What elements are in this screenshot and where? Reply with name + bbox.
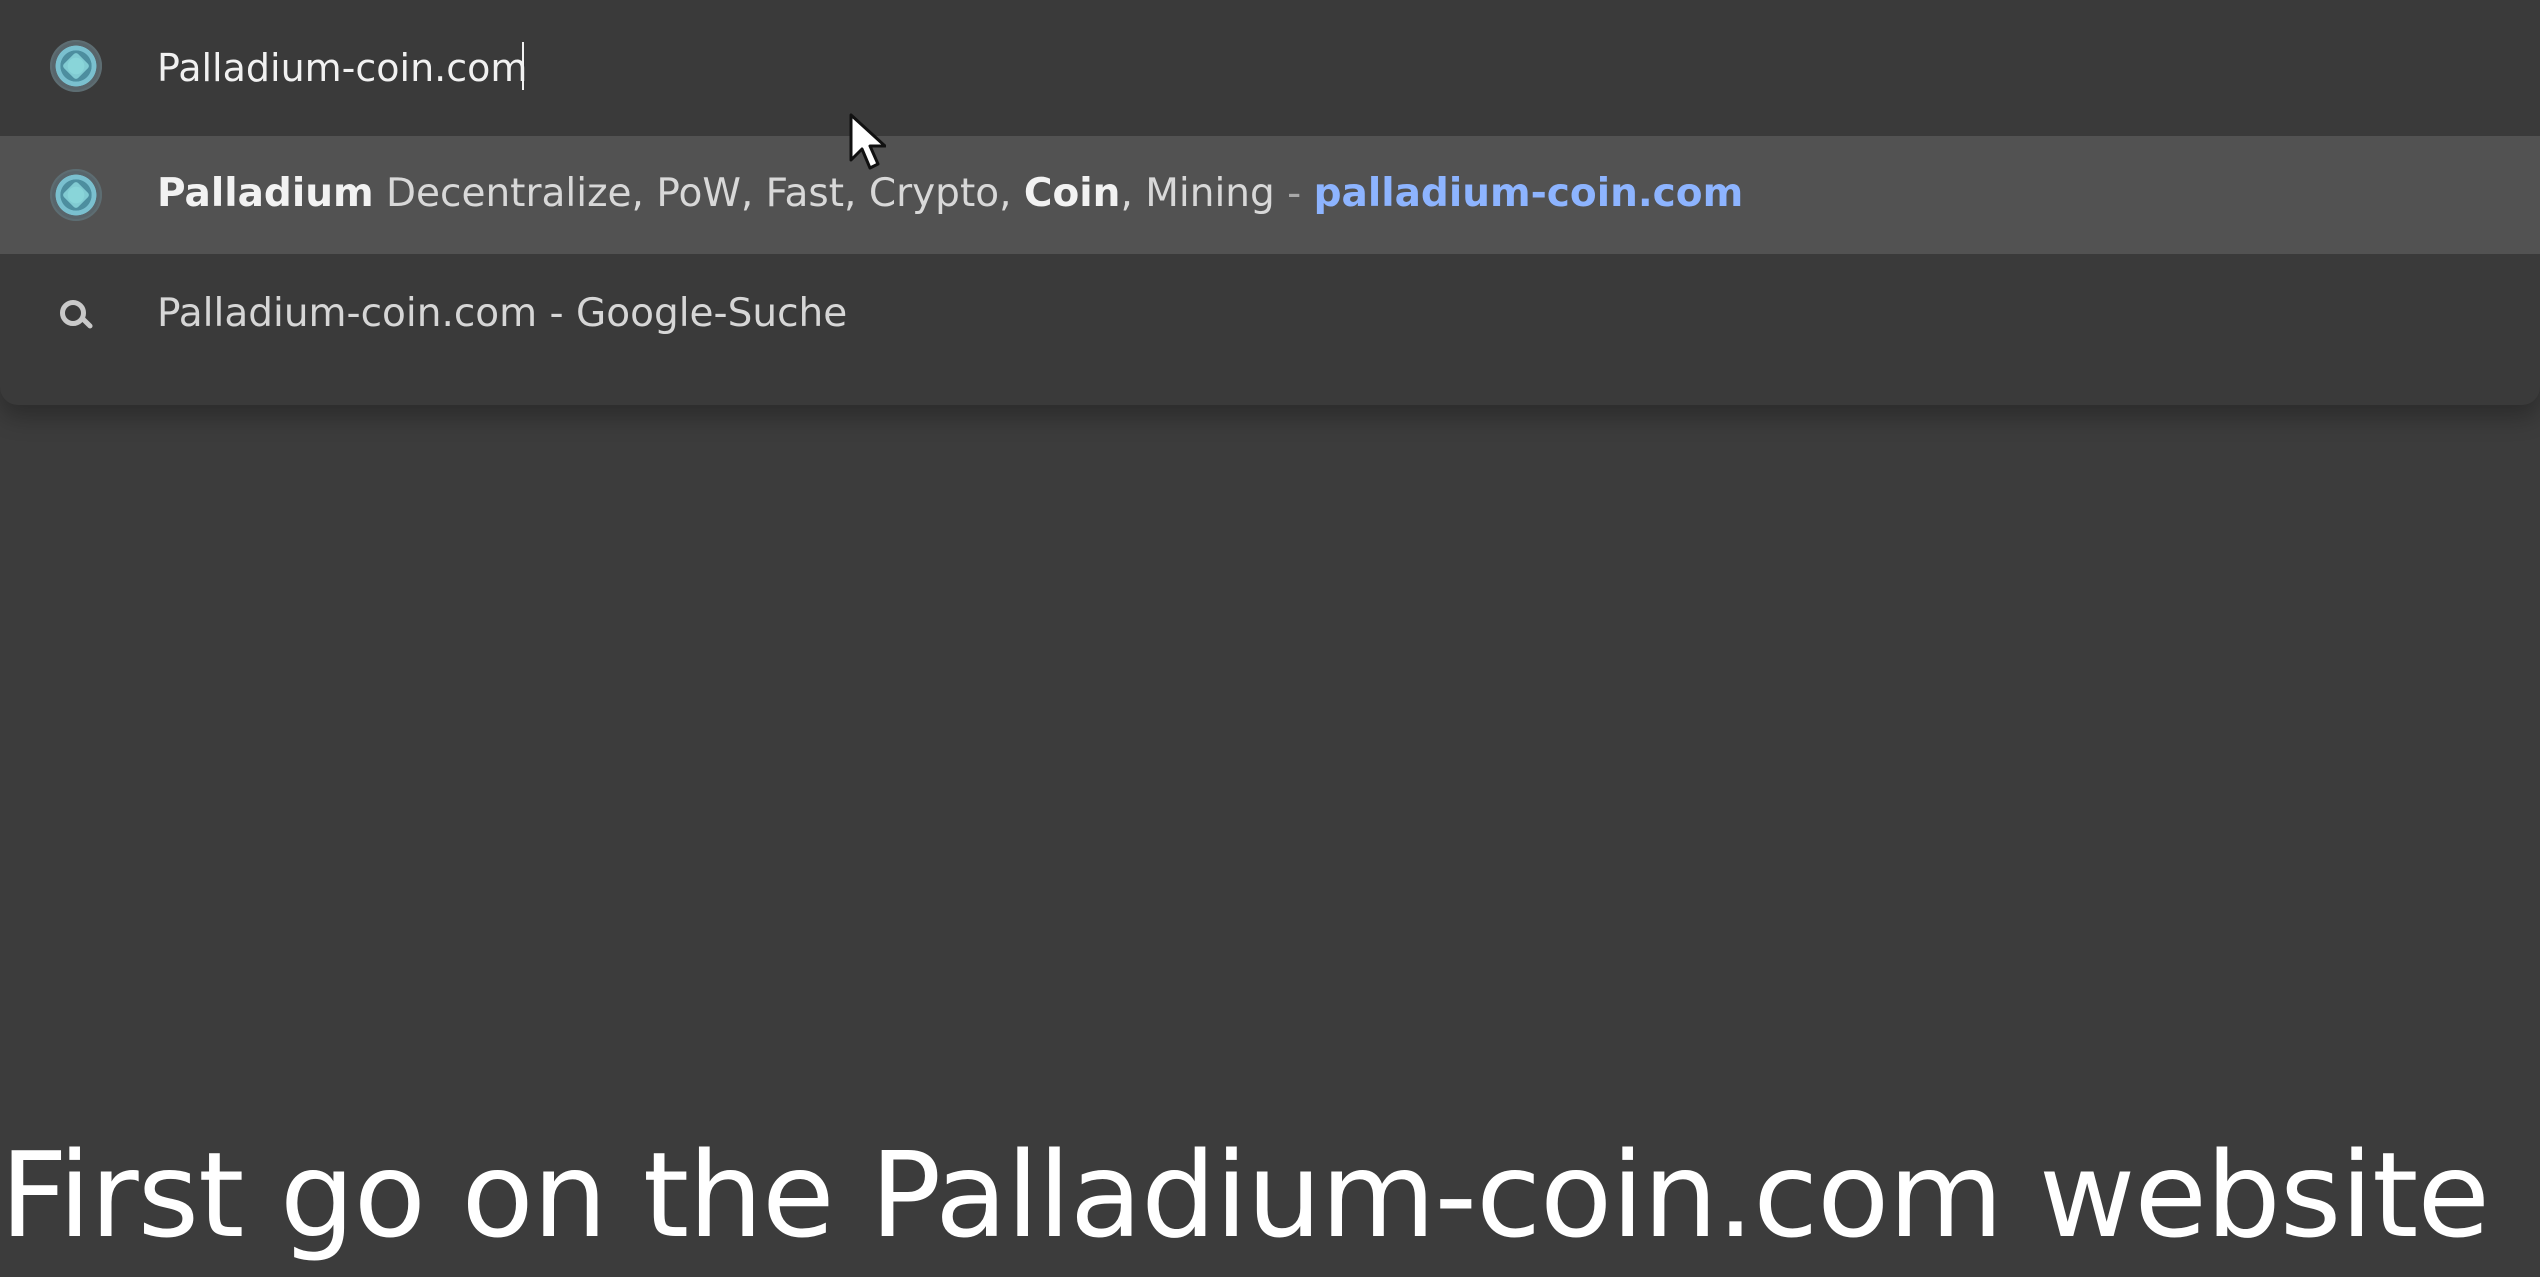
- palladium-site-icon: [50, 169, 102, 221]
- suggestion-google-search[interactable]: Palladium-coin.com - Google-Suche: [0, 256, 2540, 374]
- text-cursor: [522, 42, 524, 90]
- address-bar-input[interactable]: Palladium-coin.com: [157, 42, 527, 94]
- suggestion-url: palladium-coin.com: [1313, 171, 1744, 216]
- omnibox-dropdown: Palladium-coin.com Palladium Decentraliz…: [0, 0, 2540, 405]
- search-suggestion-text: Palladium-coin.com - Google-Suche: [157, 291, 848, 336]
- suggestion-title-description: Decentralize, PoW, Fast, Crypto,: [373, 171, 1024, 216]
- palladium-site-icon: [50, 40, 102, 92]
- suggestion-title-bold: Palladium: [157, 171, 374, 216]
- screenshot-page: Palladium-coin.com Palladium Decentraliz…: [0, 0, 2540, 1277]
- suggestion-text: Palladium Decentralize, PoW, Fast, Crypt…: [157, 166, 1743, 222]
- mouse-cursor-icon: [849, 113, 886, 170]
- suggestion-title-mining: , Mining: [1120, 171, 1275, 216]
- suggestion-separator: -: [1274, 171, 1314, 216]
- suggestion-title-coin: Coin: [1023, 171, 1121, 216]
- suggestion-palladium-site[interactable]: Palladium Decentralize, PoW, Fast, Crypt…: [0, 136, 2540, 254]
- search-icon: [56, 296, 94, 332]
- address-bar-input-row[interactable]: Palladium-coin.com: [0, 0, 2540, 132]
- video-caption: First go on the Palladium-coin.com websi…: [0, 1126, 2490, 1264]
